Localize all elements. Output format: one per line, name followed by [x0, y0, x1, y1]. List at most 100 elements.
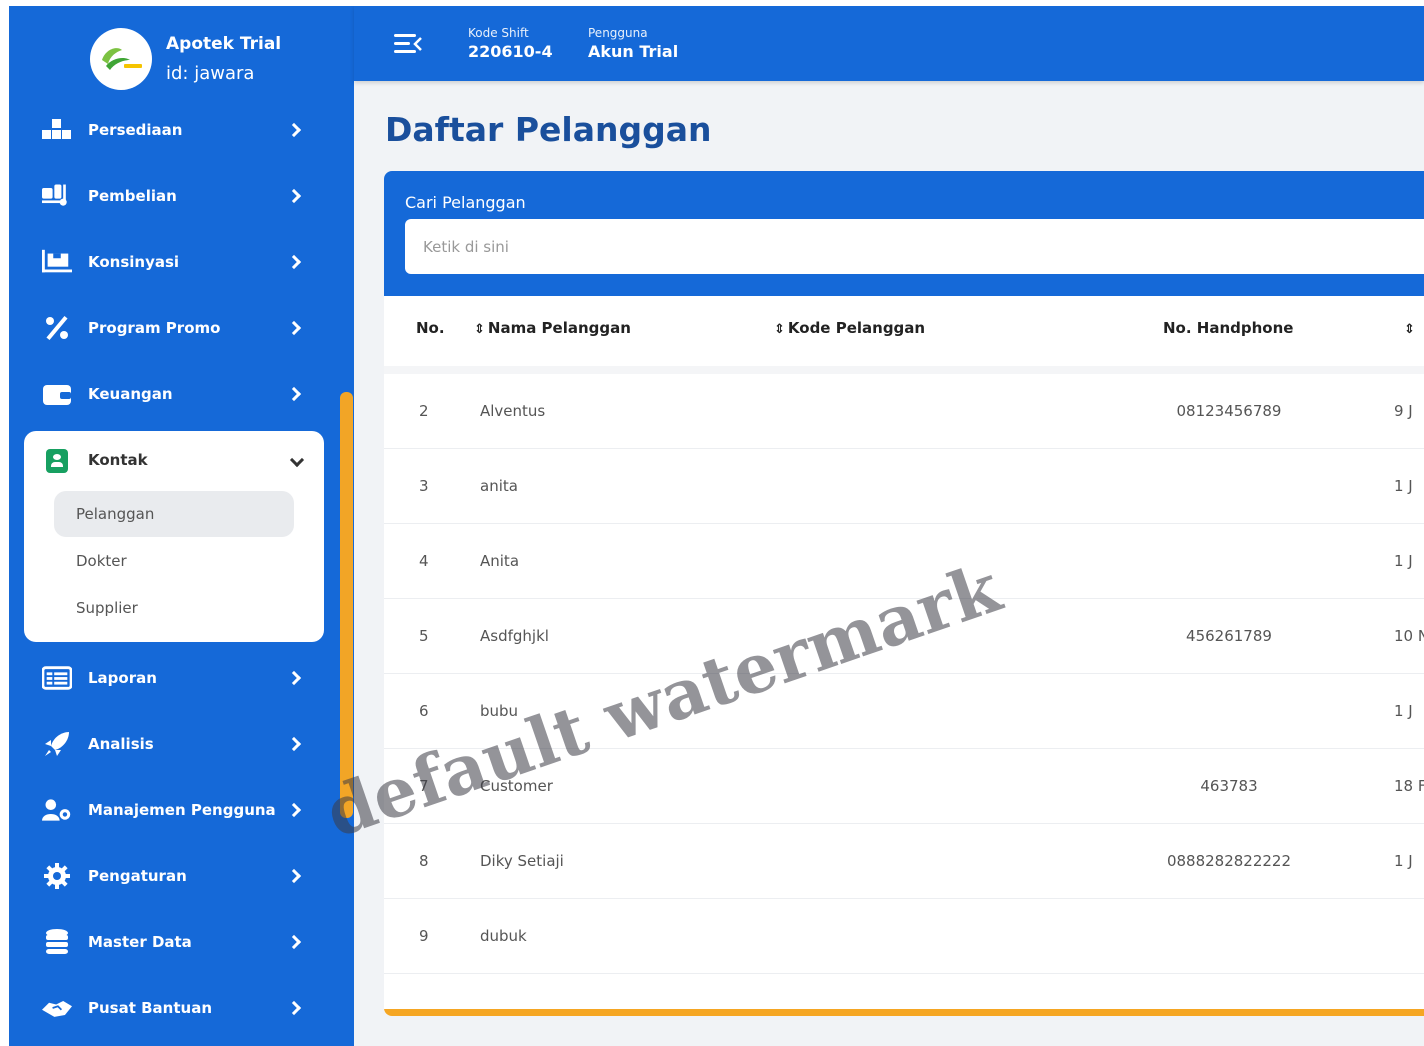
- sidebar-item-pengaturan[interactable]: Pengaturan: [9, 856, 354, 896]
- chevron-down-icon: [289, 452, 305, 468]
- app-frame: Apotek Trial id: jawara Persediaan Pembe…: [9, 6, 1424, 1046]
- cell-date: 10 N: [1394, 627, 1424, 645]
- table-row[interactable]: 2 Alventus 08123456789 9 J: [384, 374, 1424, 449]
- table-row[interactable]: 4 Anita 1 J: [384, 524, 1424, 599]
- column-header-kode[interactable]: ⇕ Kode Pelanggan: [774, 319, 925, 337]
- pallet-icon: [42, 249, 72, 274]
- cell-hp: 456261789: [1186, 627, 1272, 645]
- chevron-right-icon: [286, 868, 302, 884]
- sidebar-item-label: Program Promo: [88, 319, 221, 337]
- top-header: Kode Shift 220610-4 Pengguna Akun Trial: [354, 6, 1424, 81]
- sidebar-item-laporan[interactable]: Laporan: [9, 658, 354, 698]
- cell-nama: Anita: [480, 552, 520, 570]
- shift-value: 220610-4: [468, 42, 553, 61]
- column-header-next[interactable]: ⇕: [1404, 319, 1418, 337]
- handshake-icon: [42, 996, 72, 1020]
- gear-icon: [42, 863, 72, 889]
- cell-nama: Asdfghjkl: [480, 627, 549, 645]
- sidebar-item-label: Pusat Bantuan: [88, 999, 212, 1017]
- sidebar-item-analisis[interactable]: Analisis: [9, 724, 354, 764]
- cell-no: 4: [419, 552, 429, 570]
- sidebar-item-persediaan[interactable]: Persediaan: [9, 110, 354, 150]
- sidebar-item-label: Keuangan: [88, 385, 173, 403]
- sort-icon: ⇕: [774, 322, 785, 337]
- sidebar-subitem-pelanggan[interactable]: Pelanggan: [54, 491, 294, 537]
- cell-no: 9: [419, 927, 429, 945]
- chevron-right-icon: [286, 1000, 302, 1016]
- sidebar-item-label: Laporan: [88, 669, 157, 687]
- sidebar-item-kontak[interactable]: Kontak: [24, 441, 324, 481]
- sidebar-item-pembelian[interactable]: Pembelian: [9, 176, 354, 216]
- chevron-right-icon: [286, 934, 302, 950]
- kontak-panel: Kontak Pelanggan Dokter Supplier: [24, 431, 324, 642]
- chevron-right-icon: [286, 670, 302, 686]
- user-value: Akun Trial: [588, 42, 679, 61]
- column-header-hp: No. Handphone: [1163, 319, 1294, 337]
- wallet-icon: [42, 382, 72, 406]
- sidebar-item-label: Master Data: [88, 933, 192, 951]
- cell-date: 18 F: [1394, 777, 1424, 795]
- table-row[interactable]: 3 anita 1 J: [384, 449, 1424, 524]
- chevron-right-icon: [286, 736, 302, 752]
- table-row[interactable]: 9 dubuk: [384, 899, 1424, 974]
- cell-nama: Customer: [480, 777, 553, 795]
- page-title: Daftar Pelanggan: [385, 110, 712, 149]
- cell-no: 8: [419, 852, 429, 870]
- chevron-right-icon: [286, 122, 302, 138]
- cell-no: 6: [419, 702, 429, 720]
- table-row[interactable]: 6 bubu 1 J: [384, 674, 1424, 749]
- chevron-right-icon: [286, 320, 302, 336]
- sidebar-item-konsinyasi[interactable]: Konsinyasi: [9, 242, 354, 282]
- chevron-right-icon: [286, 802, 302, 818]
- sidebar-item-pusat-bantuan[interactable]: Pusat Bantuan: [9, 988, 354, 1028]
- cell-hp: 463783: [1200, 777, 1258, 795]
- cell-hp: 0888282822222: [1166, 852, 1292, 870]
- boxes-icon: [42, 118, 72, 142]
- sidebar-item-label: Kontak: [88, 451, 148, 469]
- cell-no: 2: [419, 402, 429, 420]
- table-row[interactable]: 8 Diky Setiaji 0888282822222 1 J: [384, 824, 1424, 899]
- sidebar-item-label: Manajemen Pengguna: [88, 801, 276, 819]
- shift-info: Kode Shift 220610-4: [468, 26, 553, 61]
- user-label: Pengguna: [588, 26, 648, 40]
- sidebar-item-master-data[interactable]: Master Data: [9, 922, 354, 962]
- sort-icon: ⇕: [474, 322, 485, 337]
- shift-label: Kode Shift: [468, 26, 529, 40]
- column-header-nama[interactable]: ⇕ Nama Pelanggan: [474, 319, 631, 337]
- sidebar-item-label: Pengaturan: [88, 867, 187, 885]
- sidebar-item-keuangan[interactable]: Keuangan: [9, 374, 354, 414]
- search-label: Cari Pelanggan: [405, 193, 526, 212]
- cell-hp: 08123456789: [1176, 402, 1282, 420]
- chevron-right-icon: [286, 188, 302, 204]
- cell-date: 1 J: [1394, 477, 1413, 495]
- menu-toggle-icon[interactable]: [394, 34, 422, 56]
- rocket-icon: [42, 732, 72, 756]
- customer-card: Cari Pelanggan No. ⇕Nama Pelanggan ⇕Kode…: [384, 171, 1424, 1016]
- cell-date: 9 J: [1394, 402, 1413, 420]
- column-header-no: No.: [416, 319, 445, 337]
- sidebar-item-program-promo[interactable]: Program Promo: [9, 308, 354, 348]
- cell-no: 5: [419, 627, 429, 645]
- search-input[interactable]: [405, 219, 1424, 274]
- sidebar-subitem-supplier[interactable]: Supplier: [54, 585, 294, 631]
- cell-nama: Alventus: [480, 402, 546, 420]
- sidebar-scrollbar[interactable]: [340, 392, 353, 818]
- sidebar-item-label: Pembelian: [88, 187, 177, 205]
- table-row[interactable]: 7 Customer 463783 18 F: [384, 749, 1424, 824]
- cell-no: 3: [419, 477, 429, 495]
- search-panel: Cari Pelanggan: [384, 171, 1424, 296]
- percent-icon: [42, 316, 72, 340]
- contact-book-icon: [46, 449, 68, 473]
- leaf-logo-icon: [102, 48, 142, 70]
- cell-nama: Diky Setiaji: [480, 852, 564, 870]
- chevron-right-icon: [286, 254, 302, 270]
- cart-icon: [42, 184, 72, 208]
- user-info: Pengguna Akun Trial: [588, 26, 678, 61]
- report-icon: [42, 666, 72, 690]
- card-bottom-accent: [384, 1009, 1424, 1016]
- table-row[interactable]: 5 Asdfghjkl 456261789 10 N: [384, 599, 1424, 674]
- sidebar-subitem-dokter[interactable]: Dokter: [54, 538, 294, 584]
- chevron-right-icon: [286, 386, 302, 402]
- cell-date: 1 J: [1394, 852, 1413, 870]
- sidebar-item-manajemen-pengguna[interactable]: Manajemen Pengguna: [9, 790, 354, 830]
